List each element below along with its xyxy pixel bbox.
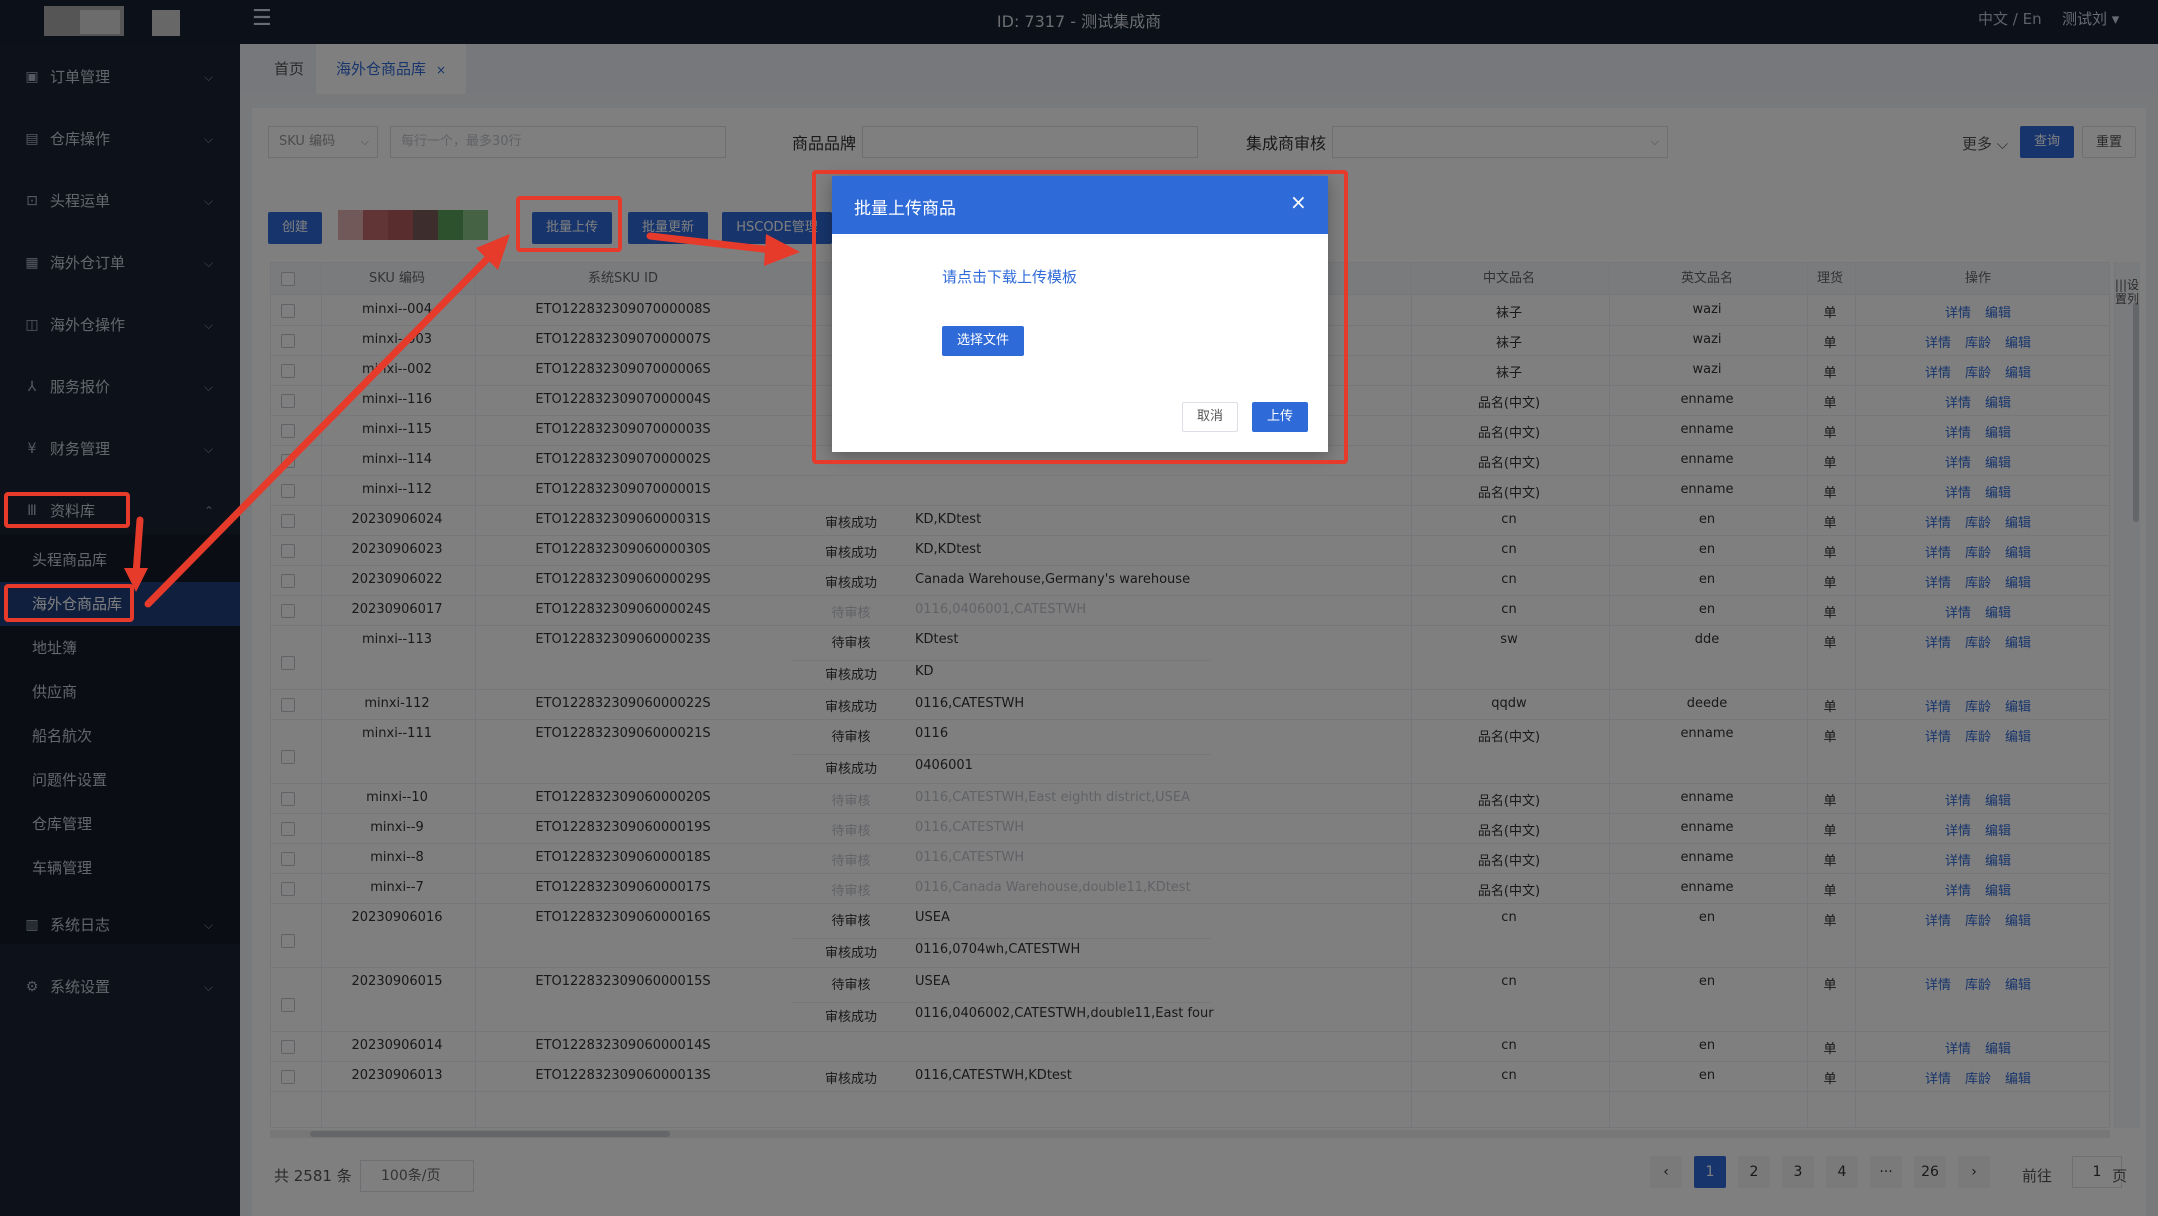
annotation-box-dialog	[812, 170, 1348, 464]
annotation-box-library	[4, 492, 130, 528]
annotation-box-overseas-products	[4, 584, 134, 622]
annotation-box-batch-upload	[516, 196, 622, 252]
